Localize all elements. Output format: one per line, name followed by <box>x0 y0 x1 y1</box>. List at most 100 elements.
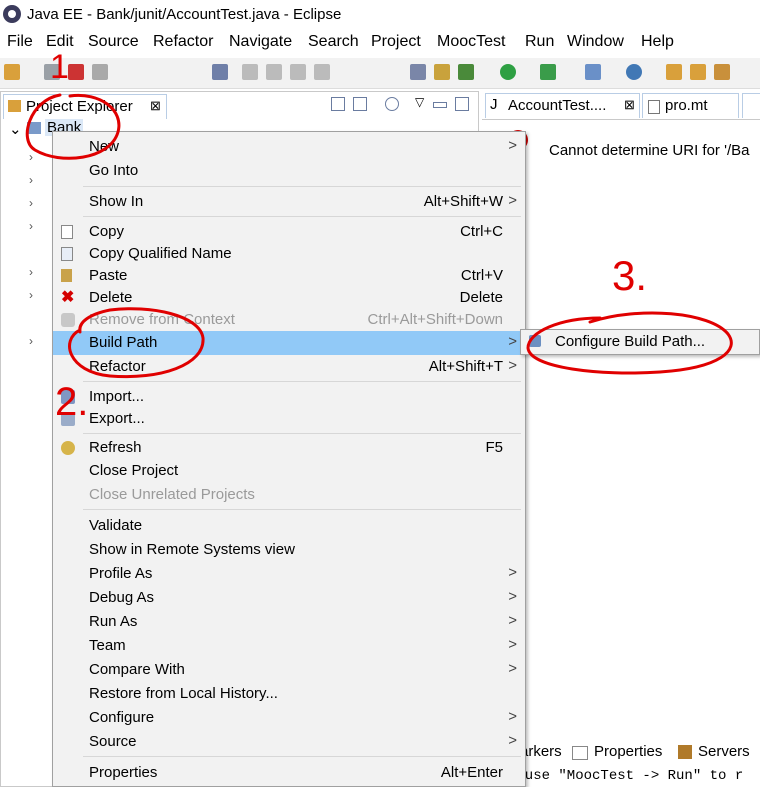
paste-icon <box>61 269 72 282</box>
properties-icon <box>572 746 588 760</box>
save-all-icon[interactable] <box>68 64 84 80</box>
chevron-right-icon: > <box>508 588 517 605</box>
menu-window[interactable]: Window <box>567 33 624 51</box>
open-task-icon[interactable] <box>690 64 706 80</box>
tree-chevron-right-icon[interactable]: › <box>29 334 33 348</box>
step-icon[interactable] <box>410 64 426 80</box>
tab-label: AccountTest.... <box>508 97 607 114</box>
menu-project[interactable]: Project <box>371 33 421 51</box>
resume-icon[interactable] <box>242 64 258 80</box>
menu-help[interactable]: Help <box>641 33 674 51</box>
focus-icon[interactable] <box>385 97 399 111</box>
java-file-icon: J <box>490 96 498 113</box>
menu-item-new[interactable]: New > <box>53 136 525 158</box>
run-external-icon[interactable] <box>540 64 556 80</box>
maximize-icon[interactable] <box>455 97 469 111</box>
menu-item-export[interactable]: Export... <box>53 408 525 430</box>
menu-navigate[interactable]: Navigate <box>229 33 292 51</box>
close-icon[interactable]: ⊠ <box>624 97 635 113</box>
print-icon[interactable] <box>92 64 108 80</box>
search-tool-icon[interactable] <box>714 64 730 80</box>
open-folder-icon[interactable] <box>666 64 682 80</box>
menu-item-refactor[interactable]: Refactor Alt+Shift+T > <box>53 356 525 378</box>
new-icon[interactable] <box>4 64 20 80</box>
collapse-all-icon[interactable] <box>331 97 345 111</box>
minimize-icon[interactable] <box>433 102 447 108</box>
menu-item-copy-qualified-name[interactable]: Copy Qualified Name <box>53 243 525 265</box>
separator <box>83 756 521 757</box>
chevron-right-icon: > <box>508 660 517 677</box>
menu-item-go-into[interactable]: Go Into <box>53 160 525 182</box>
new-server-icon[interactable] <box>585 64 601 80</box>
menu-item-validate[interactable]: Validate <box>53 515 525 537</box>
tree-chevron-right-icon[interactable]: › <box>29 173 33 187</box>
new-class-icon[interactable] <box>626 64 642 80</box>
tab-servers[interactable]: Servers <box>698 743 750 760</box>
shortcut: Alt+Shift+T <box>428 358 503 375</box>
tree-chevron-right-icon[interactable]: › <box>29 265 33 279</box>
menu-run[interactable]: Run <box>525 33 554 51</box>
menu-mooctest[interactable]: MoocTest <box>437 33 505 51</box>
tree-chevron-right-icon[interactable]: › <box>29 219 33 233</box>
run-icon[interactable] <box>500 64 516 80</box>
menu-item-label: Import... <box>89 388 145 405</box>
skip-breakpoints-icon[interactable] <box>212 64 228 80</box>
debug-icon[interactable] <box>458 64 474 80</box>
menu-item-profile-as[interactable]: Profile As > <box>53 563 525 585</box>
tree-chevron-right-icon[interactable]: › <box>29 196 33 210</box>
menu-item-label: Build Path <box>89 334 158 351</box>
tab-project-explorer[interactable]: Project Explorer ⊠ <box>3 94 167 119</box>
tab-properties[interactable]: Properties <box>594 743 662 760</box>
menu-item-paste[interactable]: Paste Ctrl+V <box>53 265 525 287</box>
view-menu-icon[interactable]: ▽ <box>415 95 424 109</box>
menu-item-label: Show in Remote Systems view <box>89 541 295 558</box>
menu-item-label: Refactor <box>89 358 146 375</box>
tab-markers[interactable]: arkers <box>520 743 562 760</box>
menu-item-source[interactable]: Source > <box>53 731 525 753</box>
save-icon[interactable] <box>44 64 60 80</box>
menu-file[interactable]: File <box>7 33 33 51</box>
menu-item-build-path[interactable]: Build Path > <box>53 331 525 355</box>
menu-item-copy[interactable]: Copy Ctrl+C <box>53 221 525 243</box>
menu-item-team[interactable]: Team > <box>53 635 525 657</box>
tab-pro-mt[interactable]: pro.mt <box>642 93 739 118</box>
menu-item-refresh[interactable]: Refresh F5 <box>53 437 525 459</box>
chevron-right-icon: > <box>508 137 517 154</box>
tree-chevron-down-icon[interactable]: ⌄ <box>9 120 22 138</box>
servers-icon <box>678 745 692 759</box>
menu-item-run-as[interactable]: Run As > <box>53 611 525 633</box>
suspend-icon[interactable] <box>266 64 282 80</box>
menu-item-import[interactable]: Import... <box>53 386 525 408</box>
chevron-right-icon: > <box>508 564 517 581</box>
menu-item-label: Team <box>89 637 126 654</box>
menu-refactor[interactable]: Refactor <box>153 33 213 51</box>
open-type-icon[interactable] <box>434 64 450 80</box>
menu-item-restore-from-local-history[interactable]: Restore from Local History... <box>53 683 525 705</box>
menu-item-show-in-remote-systems[interactable]: Show in Remote Systems view <box>53 539 525 561</box>
menu-item-debug-as[interactable]: Debug As > <box>53 587 525 609</box>
menu-item-delete[interactable]: ✖ Delete Delete <box>53 287 525 309</box>
menu-item-show-in[interactable]: Show In Alt+Shift+W > <box>53 191 525 213</box>
menu-item-configure[interactable]: Configure > <box>53 707 525 729</box>
close-icon[interactable]: ⊠ <box>150 98 161 114</box>
menu-item-label: Configure <box>89 709 155 726</box>
disconnect-icon[interactable] <box>314 64 330 80</box>
menu-item-label: Close Unrelated Projects <box>89 486 255 503</box>
tree-chevron-right-icon[interactable]: › <box>29 288 33 302</box>
menu-item-compare-with[interactable]: Compare With > <box>53 659 525 681</box>
link-editor-icon[interactable] <box>353 97 367 111</box>
menu-item-properties[interactable]: Properties Alt+Enter <box>53 762 525 784</box>
tab-more[interactable] <box>742 93 760 118</box>
menu-edit[interactable]: Edit <box>46 33 74 51</box>
menu-bar: File Edit Source Refactor Navigate Searc… <box>0 30 760 54</box>
terminate-icon[interactable] <box>290 64 306 80</box>
menu-search[interactable]: Search <box>308 33 359 51</box>
menu-source[interactable]: Source <box>88 33 139 51</box>
tree-chevron-right-icon[interactable]: › <box>29 150 33 164</box>
shortcut: Delete <box>459 289 503 306</box>
menu-item-configure-build-path[interactable]: Configure Build Path... <box>555 333 705 350</box>
import-icon <box>61 390 75 404</box>
tab-label: pro.mt <box>665 97 708 114</box>
menu-item-close-project[interactable]: Close Project <box>53 460 525 482</box>
tab-accounttest[interactable]: J AccountTest.... ⊠ <box>485 93 640 118</box>
